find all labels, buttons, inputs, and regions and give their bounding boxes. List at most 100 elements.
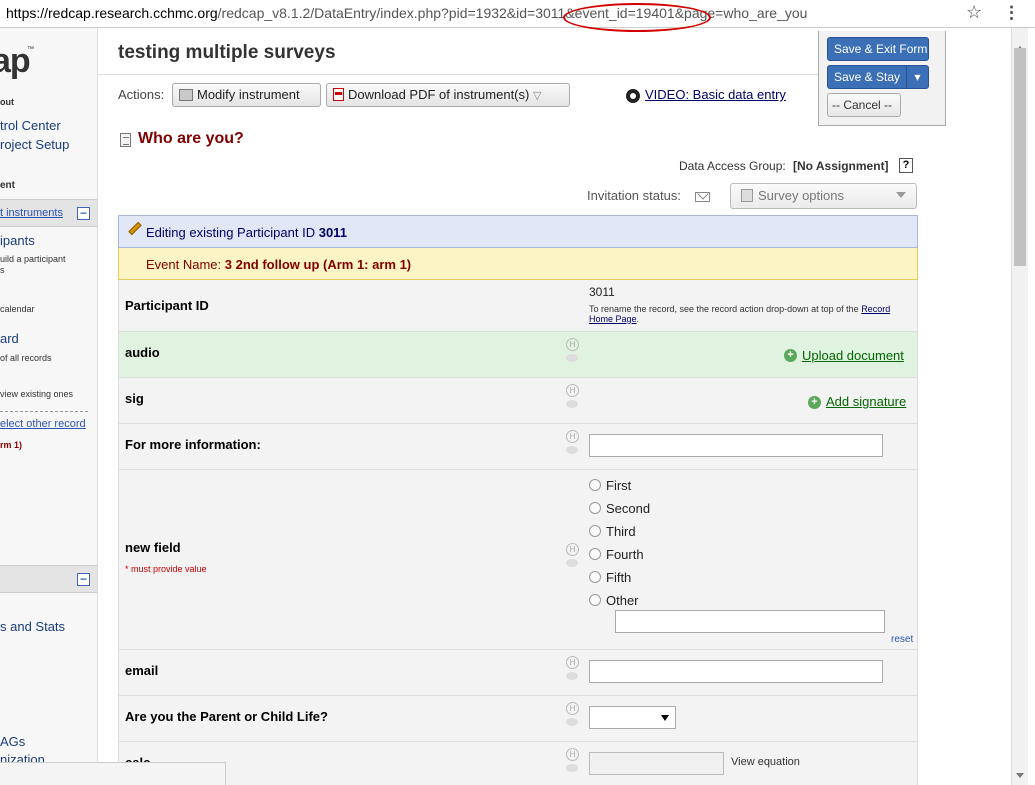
history-icon[interactable]: H — [566, 384, 579, 397]
view-equation-link[interactable]: View equation — [731, 756, 800, 768]
bottom-overlay-panel — [0, 762, 226, 785]
download-pdf-button[interactable]: Download PDF of instrument(s) ▽ — [326, 83, 570, 107]
field-row-participant-id: Participant ID 3011 To rename the record… — [118, 280, 918, 332]
radio-option-other[interactable]: Other — [589, 593, 639, 608]
field-row-audio: audio H + Upload document — [118, 332, 918, 378]
field-label: audio — [125, 345, 160, 360]
form-icon — [120, 133, 131, 147]
chevron-down-icon: ▽ — [532, 90, 542, 102]
other-text-input[interactable] — [615, 610, 885, 633]
history-icon[interactable]: H — [566, 338, 579, 351]
history-icon[interactable]: H — [566, 543, 579, 556]
rename-note-end: . — [636, 314, 640, 324]
field-tools: H — [566, 338, 580, 362]
email-field[interactable] — [589, 660, 883, 683]
sidebar-instruments-link[interactable]: t instruments — [0, 207, 63, 219]
save-panel: Save & Exit Form Save & Stay ▾ -- Cancel… — [818, 31, 946, 126]
editing-prefix: Editing existing Participant ID — [146, 225, 316, 240]
comment-icon[interactable] — [566, 400, 578, 408]
modify-instrument-button[interactable]: Modify instrument — [172, 83, 321, 107]
history-icon[interactable]: H — [566, 748, 579, 761]
radio-button[interactable] — [589, 525, 601, 537]
rename-note-text: To rename the record, see the record act… — [589, 304, 859, 314]
browser-address-bar[interactable]: https://redcap.research.cchmc.org/redcap… — [0, 0, 1035, 32]
calendar-note: calendar — [0, 304, 35, 314]
left-sidebar: ap ™ out trol Center roject Setup ent t … — [0, 28, 98, 785]
comment-icon[interactable] — [566, 718, 578, 726]
plus-icon: + — [808, 396, 821, 409]
instrument-title: Who are you? — [138, 130, 244, 147]
field-tools: H — [566, 656, 580, 680]
radio-button[interactable] — [589, 594, 601, 606]
redcap-logo: ap — [0, 42, 31, 80]
field-tools: H — [566, 748, 580, 772]
radio-label: Third — [606, 524, 636, 539]
field-row-more-info: For more information: H — [118, 424, 918, 470]
radio-option-fourth[interactable]: Fourth — [589, 547, 644, 562]
history-icon[interactable]: H — [566, 430, 579, 443]
radio-option-first[interactable]: First — [589, 478, 631, 493]
radio-button[interactable] — [589, 479, 601, 491]
collapse-minus-icon[interactable]: − — [77, 207, 90, 220]
scroll-down-icon[interactable] — [1016, 773, 1024, 778]
history-icon[interactable]: H — [566, 656, 579, 669]
rename-note: To rename the record, see the record act… — [589, 304, 899, 324]
required-note: * must provide value — [125, 564, 207, 574]
arm-label: rm 1) — [0, 440, 23, 450]
sidebar-item-stats[interactable]: s and Stats — [0, 619, 65, 634]
radio-button[interactable] — [589, 502, 601, 514]
comment-icon[interactable] — [566, 672, 578, 680]
title-divider — [98, 74, 918, 75]
select-other-record-link[interactable]: elect other record — [0, 418, 86, 430]
control-center-link[interactable]: trol Center — [0, 118, 61, 133]
comment-icon[interactable] — [566, 446, 578, 454]
video-basic-data-entry-link[interactable]: VIDEO: Basic data entry — [645, 87, 786, 102]
collapse-minus-icon-2[interactable]: − — [77, 573, 90, 586]
participants-note: uild a participant — [0, 254, 66, 264]
event-text: Event Name: 3 2nd follow up (Arm 1: arm … — [146, 257, 411, 272]
participants-note-2: s — [0, 265, 5, 275]
sidebar-item-dags[interactable]: AGs — [0, 734, 25, 749]
plus-icon: + — [784, 349, 797, 362]
all-records-note: of all records — [0, 353, 52, 363]
field-label: Are you the Parent or Child Life? — [125, 709, 328, 724]
radio-button[interactable] — [589, 571, 601, 583]
more-info-input[interactable] — [589, 434, 883, 457]
save-exit-button[interactable]: Save & Exit Form — [827, 37, 929, 61]
bookmark-star-icon[interactable]: ☆ — [966, 2, 982, 23]
radio-option-third[interactable]: Third — [589, 524, 636, 539]
sidebar-item-participants[interactable]: ipants — [0, 233, 35, 248]
comment-icon[interactable] — [566, 559, 578, 567]
film-reel-icon — [626, 89, 640, 103]
comment-icon[interactable] — [566, 764, 578, 772]
help-icon[interactable]: ? — [899, 158, 913, 173]
radio-button[interactable] — [589, 548, 601, 560]
radio-option-fifth[interactable]: Fifth — [589, 570, 631, 585]
pencil-icon — [128, 221, 142, 236]
add-signature-link[interactable]: Add signature — [826, 394, 906, 409]
upload-document-link[interactable]: Upload document — [802, 348, 904, 363]
survey-options-label: Survey options — [758, 188, 844, 203]
logout-link[interactable]: out — [0, 97, 14, 107]
editing-record-id: 3011 — [318, 225, 347, 240]
envelope-icon[interactable] — [695, 192, 710, 202]
sidebar-item-dashboard[interactable]: ard — [0, 331, 19, 346]
save-options-caret[interactable]: ▾ — [906, 65, 929, 89]
reset-link[interactable]: reset — [891, 634, 913, 645]
save-stay-button[interactable]: Save & Stay — [827, 65, 907, 89]
participant-id-value: 3011 — [589, 285, 615, 299]
scroll-thumb[interactable] — [1014, 48, 1026, 266]
cancel-button[interactable]: -- Cancel -- — [827, 93, 901, 117]
project-setup-link[interactable]: roject Setup — [0, 137, 69, 152]
survey-options-button[interactable]: Survey options — [730, 183, 917, 209]
dag-label: Data Access Group: — [679, 159, 786, 173]
comment-icon[interactable] — [566, 354, 578, 362]
history-icon[interactable]: H — [566, 702, 579, 715]
field-tools: H — [566, 430, 580, 454]
vertical-scrollbar[interactable] — [1011, 28, 1028, 785]
browser-menu-icon[interactable]: ⋮ — [1003, 3, 1020, 23]
radio-option-second[interactable]: Second — [589, 501, 650, 516]
parent-child-select[interactable] — [589, 706, 676, 729]
page-title: testing multiple surveys — [118, 42, 336, 63]
radio-label: Fourth — [606, 547, 644, 562]
